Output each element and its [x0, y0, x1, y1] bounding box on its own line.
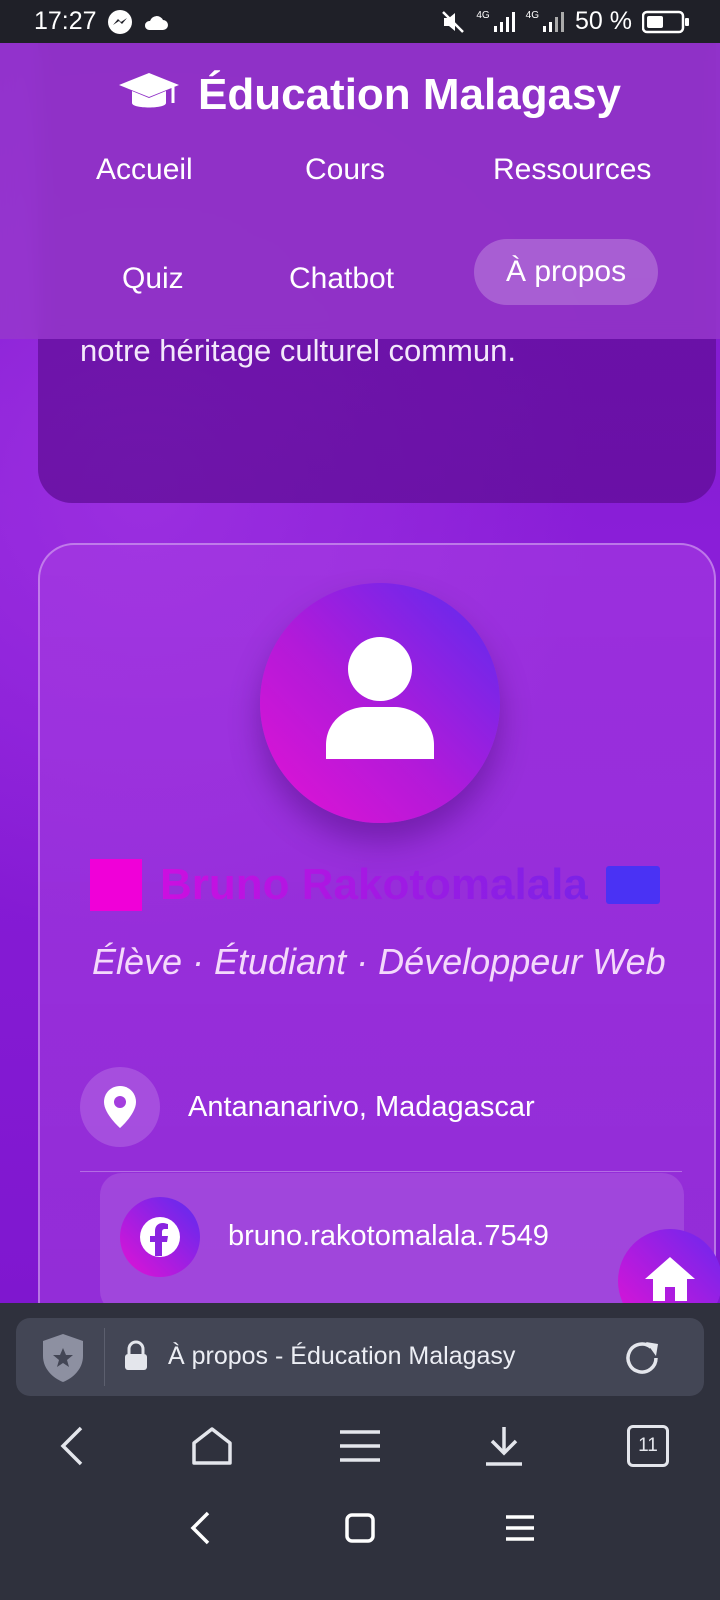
system-back-button[interactable]: [170, 1498, 230, 1558]
system-menu-icon: [506, 1515, 534, 1541]
nav-a-propos[interactable]: À propos: [474, 239, 659, 305]
flag-icon: [605, 866, 660, 904]
location-icon-wrap: [80, 1067, 160, 1147]
location-text: Antananarivo, Madagascar: [188, 1091, 535, 1123]
menu-button[interactable]: [330, 1416, 390, 1476]
battery-icon: [642, 10, 690, 34]
nav-accueil[interactable]: Accueil: [96, 153, 193, 187]
system-home-button[interactable]: [330, 1498, 390, 1558]
menu-icon: [340, 1430, 380, 1462]
graduation-cap-icon: [118, 71, 180, 120]
back-button[interactable]: [42, 1416, 102, 1476]
nav-ressources[interactable]: Ressources: [493, 153, 651, 187]
network-type-2: 4G: [525, 9, 540, 21]
system-home-icon: [345, 1513, 375, 1543]
profile-card: Bruno Rakotomalala Élève · Étudiant · Dé…: [38, 543, 716, 1303]
divider: [80, 1171, 682, 1172]
status-time: 17:27: [34, 7, 97, 35]
battery-percent: 50 %: [575, 7, 632, 35]
facebook-handle: bruno.rakotomalala.7549: [228, 1220, 549, 1252]
address-separator: [104, 1328, 105, 1386]
facebook-icon: [120, 1197, 200, 1277]
home-button[interactable]: [182, 1416, 242, 1476]
cloud-icon: [143, 12, 169, 32]
facebook-link[interactable]: bruno.rakotomalala.7549: [100, 1173, 684, 1303]
signal-2-icon: 4G: [526, 10, 565, 34]
nav-chatbot[interactable]: Chatbot: [289, 262, 394, 296]
page-title-url: À propos - Éducation Malagasy: [168, 1342, 516, 1370]
web-page: notre héritage culturel commun. Éducatio…: [0, 43, 720, 1303]
status-bar: 17:27 4G 4G 50 %: [0, 0, 720, 43]
user-icon: [326, 637, 434, 759]
home-outline-icon: [192, 1427, 232, 1465]
profile-name-row: Bruno Rakotomalala: [90, 857, 670, 913]
chevron-left-icon: [60, 1426, 83, 1466]
tabs-count: 11: [627, 1425, 669, 1467]
site-header: Éducation Malagasy Accueil Cours Ressour…: [0, 43, 720, 339]
brand[interactable]: Éducation Malagasy: [118, 65, 621, 125]
home-icon: [645, 1257, 695, 1301]
messenger-icon: [107, 9, 133, 35]
nav-cours[interactable]: Cours: [305, 153, 385, 187]
signal-1-icon: 4G: [476, 10, 515, 34]
profile-role: Élève · Étudiant · Développeur Web: [92, 941, 666, 982]
avatar: [260, 583, 500, 823]
network-type-1: 4G: [476, 9, 490, 21]
browser-bar: À propos - Éducation Malagasy 11: [0, 1303, 720, 1600]
brand-title: Éducation Malagasy: [198, 70, 622, 119]
tabs-button[interactable]: 11: [618, 1416, 678, 1476]
location-pin-icon: [104, 1086, 136, 1128]
lock-icon: [122, 1340, 150, 1377]
system-recents-button[interactable]: [490, 1498, 550, 1558]
shield-icon[interactable]: [40, 1332, 86, 1389]
profile-name: Bruno Rakotomalala: [160, 860, 588, 909]
system-back-icon: [190, 1511, 210, 1545]
downloads-button[interactable]: [474, 1416, 534, 1476]
address-bar[interactable]: À propos - Éducation Malagasy: [16, 1318, 704, 1396]
mute-icon: [440, 9, 466, 35]
pink-square-icon: [90, 859, 142, 911]
reload-icon[interactable]: [620, 1336, 664, 1385]
nav-quiz[interactable]: Quiz: [122, 262, 184, 296]
download-icon: [486, 1427, 522, 1466]
